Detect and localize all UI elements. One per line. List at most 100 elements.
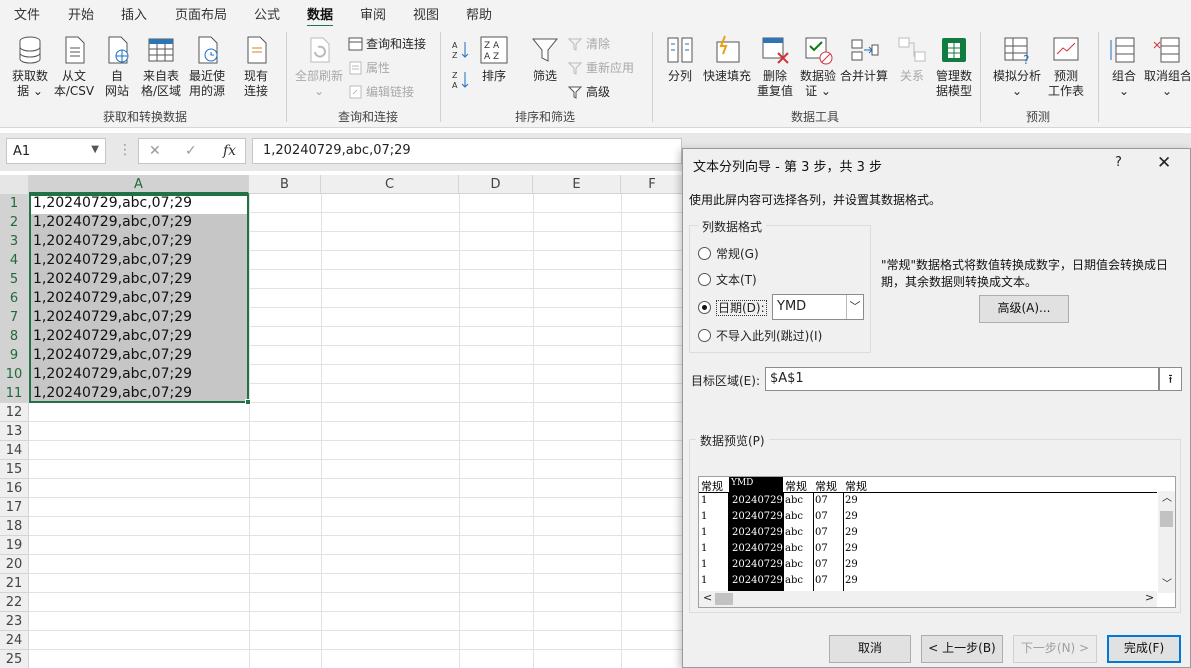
tab-file[interactable]: 文件: [14, 4, 40, 23]
cell[interactable]: 1,20240729,abc,07;29: [33, 308, 192, 327]
chevron-right-icon[interactable]: >: [1145, 591, 1154, 604]
data-preview-box[interactable]: 常规 YMD 常规 常规 常规 1 20240729 abc 07 29 1 2024072…: [698, 476, 1176, 608]
row-header[interactable]: 15: [0, 460, 29, 479]
tab-page-layout[interactable]: 页面布局: [175, 4, 227, 23]
radio-general[interactable]: 常规(G): [698, 246, 759, 262]
formula-input[interactable]: 1,20240729,abc,07;29: [252, 138, 682, 164]
select-all-corner[interactable]: [0, 175, 29, 194]
cell[interactable]: 1,20240729,abc,07;29: [33, 384, 192, 403]
chevron-left-icon[interactable]: <: [703, 591, 712, 604]
manage-data-model-button[interactable]: 管理数 据模型: [934, 34, 974, 99]
properties-button[interactable]: 属性: [348, 60, 390, 76]
sort-desc-button[interactable]: ZA: [452, 70, 473, 91]
date-format-select[interactable]: YMD ﹀: [772, 294, 864, 320]
what-if-analysis-button[interactable]: ? 模拟分析 ⌄: [990, 34, 1044, 99]
tab-formulas[interactable]: 公式: [254, 4, 280, 23]
reapply-button[interactable]: 重新应用: [567, 60, 634, 76]
relationships-button[interactable]: 关系: [896, 34, 928, 84]
recent-sources-button[interactable]: 最近使 用的源: [186, 34, 228, 99]
tab-insert[interactable]: 插入: [121, 4, 147, 23]
filter-button[interactable]: 筛选: [528, 34, 562, 84]
cancel-icon[interactable]: ✕: [149, 143, 161, 159]
consolidate-button[interactable]: 合并计算: [840, 34, 888, 84]
name-box[interactable]: A1 ▼: [6, 138, 106, 164]
preview-col-type[interactable]: 常规: [701, 478, 723, 494]
refresh-all-button[interactable]: 全部刷新 ⌄: [292, 34, 346, 99]
advanced-button[interactable]: 高级(A)...: [979, 295, 1069, 323]
from-table-button[interactable]: 来自表 格/区域: [138, 34, 184, 99]
close-icon[interactable]: ✕: [1157, 153, 1171, 173]
preview-vertical-scrollbar[interactable]: ︿ ﹀: [1158, 491, 1175, 593]
row-header[interactable]: 1: [0, 194, 29, 213]
get-data-button[interactable]: 获取数据 ⌄: [8, 34, 52, 99]
row-header[interactable]: 10: [0, 365, 29, 384]
row-header[interactable]: 5: [0, 270, 29, 289]
cell[interactable]: 1,20240729,abc,07;29: [33, 194, 192, 213]
tab-view[interactable]: 视图: [413, 4, 439, 23]
preview-horizontal-scrollbar[interactable]: < >: [699, 591, 1157, 607]
cell[interactable]: 1,20240729,abc,07;29: [33, 327, 192, 346]
enter-icon[interactable]: ✓: [185, 143, 197, 159]
column-header-a[interactable]: A: [29, 175, 249, 194]
insert-function-icon[interactable]: fx: [223, 143, 236, 159]
chevron-up-icon[interactable]: ︿: [1162, 489, 1172, 504]
row-header[interactable]: 21: [0, 574, 29, 593]
remove-duplicates-button[interactable]: 删除 重复值: [756, 34, 794, 99]
row-header[interactable]: 7: [0, 308, 29, 327]
cell[interactable]: 1,20240729,abc,07;29: [33, 365, 192, 384]
preview-col-type[interactable]: 常规: [845, 478, 867, 494]
tab-home[interactable]: 开始: [68, 4, 94, 23]
from-text-csv-button[interactable]: 从文 本/CSV: [52, 34, 96, 99]
cell[interactable]: 1,20240729,abc,07;29: [33, 346, 192, 365]
row-header[interactable]: 4: [0, 251, 29, 270]
row-header[interactable]: 12: [0, 403, 29, 422]
finish-button[interactable]: 完成(F): [1107, 635, 1181, 663]
flash-fill-button[interactable]: 快速填充: [700, 34, 754, 84]
preview-col-type[interactable]: 常规: [815, 478, 837, 494]
cell[interactable]: 1,20240729,abc,07;29: [33, 270, 192, 289]
fill-handle[interactable]: [245, 399, 251, 405]
row-header[interactable]: 8: [0, 327, 29, 346]
column-header-d[interactable]: D: [459, 175, 533, 194]
row-header[interactable]: 6: [0, 289, 29, 308]
cell[interactable]: 1,20240729,abc,07;29: [33, 213, 192, 232]
column-header-e[interactable]: E: [533, 175, 621, 194]
text-to-columns-button[interactable]: 分列: [664, 34, 696, 84]
tab-help[interactable]: 帮助: [466, 4, 492, 23]
destination-input[interactable]: $A$1: [765, 367, 1159, 391]
column-header-b[interactable]: B: [249, 175, 321, 194]
edit-links-button[interactable]: 编辑链接: [348, 84, 414, 100]
radio-text[interactable]: 文本(T): [698, 272, 757, 288]
data-validation-button[interactable]: 数据验证 ⌄: [798, 34, 838, 99]
row-header[interactable]: 2: [0, 213, 29, 232]
advanced-filter-button[interactable]: 高级: [567, 84, 610, 100]
row-header[interactable]: 19: [0, 536, 29, 555]
existing-connections-button[interactable]: 现有 连接: [238, 34, 274, 99]
row-header[interactable]: 22: [0, 593, 29, 612]
group-button[interactable]: 组合 ⌄: [1106, 34, 1142, 99]
row-header[interactable]: 13: [0, 422, 29, 441]
preview-col-type[interactable]: 常规: [785, 478, 807, 494]
ungroup-button[interactable]: 取消组合 ⌄: [1144, 34, 1190, 99]
preview-col-type[interactable]: YMD: [731, 478, 753, 488]
sort-button[interactable]: Z AA Z 排序: [478, 34, 510, 84]
sort-asc-button[interactable]: AZ: [452, 40, 473, 61]
chevron-down-icon[interactable]: ﹀: [846, 295, 863, 319]
chevron-down-icon[interactable]: ﹀: [1162, 575, 1172, 590]
cell[interactable]: 1,20240729,abc,07;29: [33, 251, 192, 270]
column-header-f[interactable]: F: [621, 175, 684, 194]
tab-review[interactable]: 审阅: [360, 4, 386, 23]
next-button[interactable]: 下一步(N) >: [1013, 635, 1097, 663]
row-header[interactable]: 24: [0, 631, 29, 650]
collapse-dialog-icon[interactable]: ⭱: [1159, 367, 1182, 391]
back-button[interactable]: < 上一步(B): [921, 635, 1003, 663]
row-header[interactable]: 11: [0, 384, 29, 403]
forecast-sheet-button[interactable]: 预测 工作表: [1044, 34, 1088, 99]
row-header[interactable]: 14: [0, 441, 29, 460]
clear-filter-button[interactable]: 清除: [567, 36, 610, 52]
help-icon[interactable]: ?: [1115, 155, 1122, 170]
chevron-down-icon[interactable]: ▼: [91, 144, 99, 155]
column-header-c[interactable]: C: [321, 175, 459, 194]
cell[interactable]: 1,20240729,abc,07;29: [33, 232, 192, 251]
row-header[interactable]: 3: [0, 232, 29, 251]
